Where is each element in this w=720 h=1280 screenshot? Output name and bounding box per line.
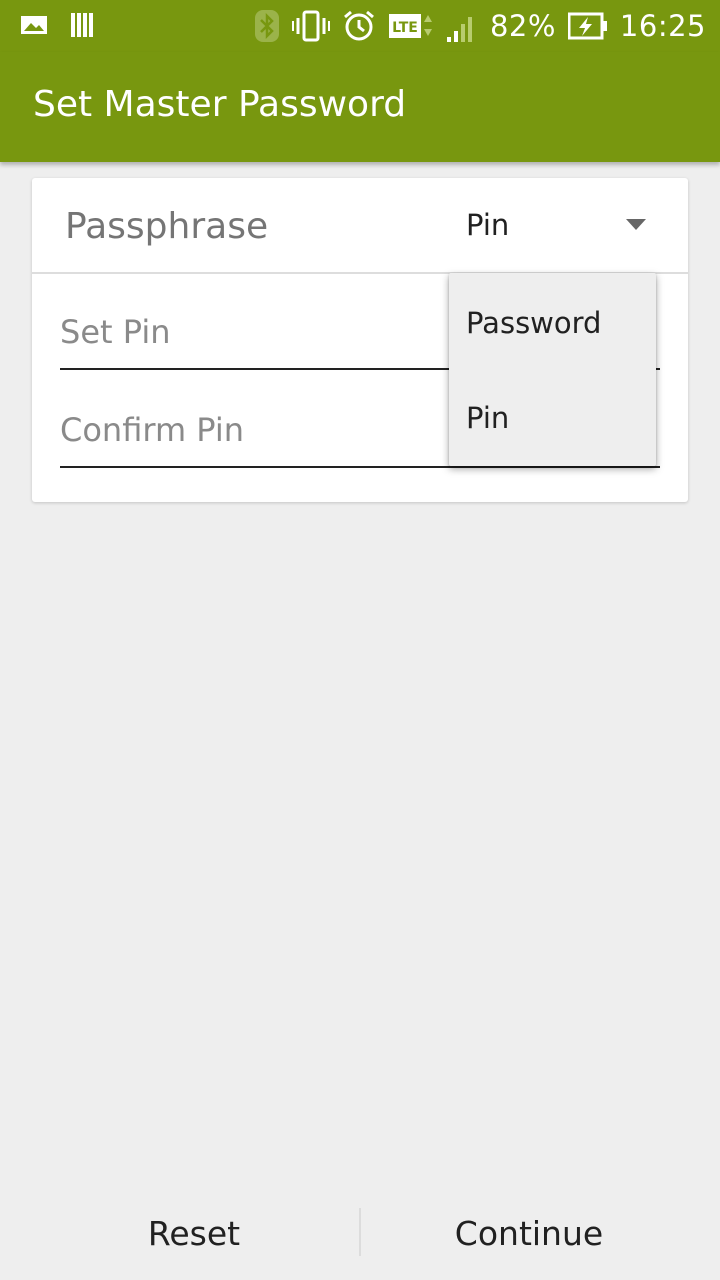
clock: 16:25 xyxy=(619,9,706,43)
lte-label: LTE xyxy=(392,20,418,36)
lte-icon: LTE xyxy=(388,9,434,43)
status-bar: LTE 82% 16:25 xyxy=(0,0,720,52)
page-title: Set Master Password xyxy=(33,84,407,125)
notification-icons xyxy=(20,10,96,40)
signal-icon xyxy=(446,9,478,43)
dropdown-option-pin[interactable]: Pin xyxy=(449,370,656,466)
continue-button[interactable]: Continue xyxy=(362,1186,720,1280)
app-toolbar: Set Master Password xyxy=(0,52,720,162)
bottom-button-bar: Reset Continue xyxy=(0,1186,720,1280)
mode-row: Passphrase Pin xyxy=(32,178,688,274)
battery-charging-icon xyxy=(567,11,608,41)
mode-selected-value: Pin xyxy=(466,208,510,242)
dropdown-arrow-icon xyxy=(626,219,646,230)
bluetooth-icon xyxy=(254,9,280,43)
battery-percent: 82% xyxy=(489,9,556,43)
mode-dropdown-menu: Password Pin xyxy=(449,273,656,466)
dropdown-option-password[interactable]: Password xyxy=(449,275,656,371)
system-icons: LTE 82% 16:25 xyxy=(254,0,706,52)
reset-button[interactable]: Reset xyxy=(0,1186,360,1280)
vibrate-icon xyxy=(291,10,330,42)
mode-spinner[interactable]: Pin xyxy=(452,196,672,256)
mode-label: Passphrase xyxy=(65,206,269,247)
barcode-notification-icon xyxy=(70,10,96,40)
button-divider xyxy=(359,1208,361,1256)
image-notification-icon xyxy=(20,10,48,40)
alarm-icon xyxy=(342,9,376,43)
